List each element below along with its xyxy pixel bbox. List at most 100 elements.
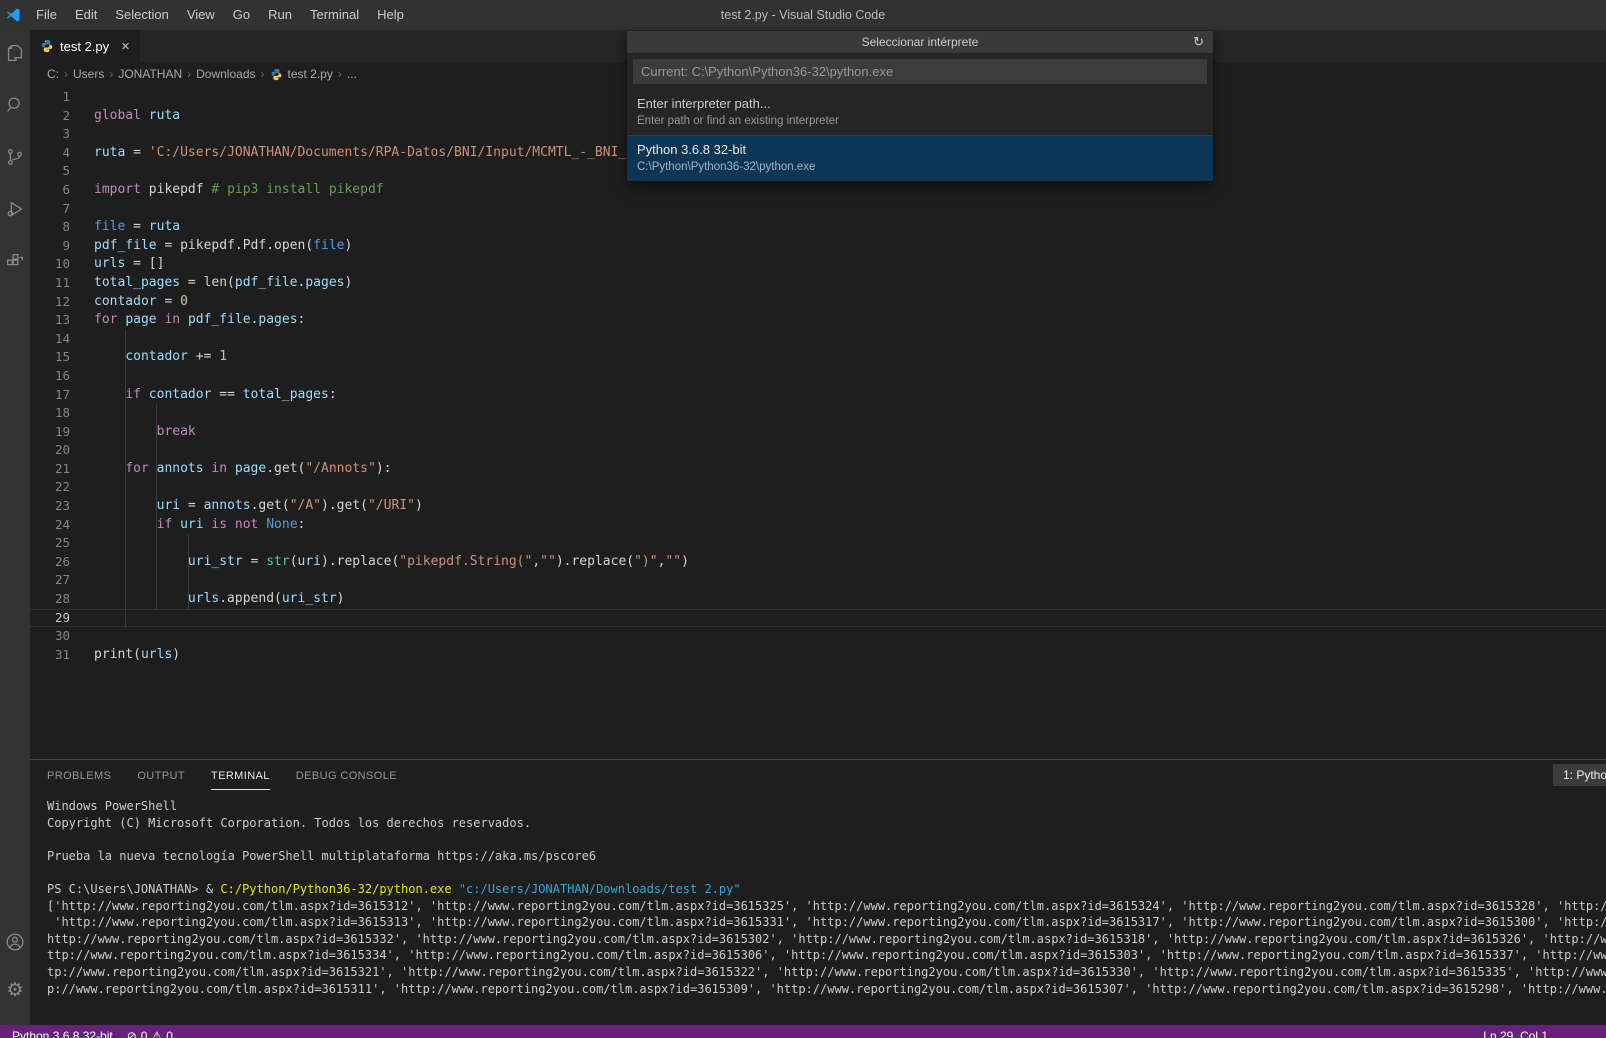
- menu-go[interactable]: Go: [224, 0, 259, 30]
- code-line[interactable]: 11total_pages = len(pdf_file.pages): [30, 274, 1606, 293]
- title-bar: test 2.py - Visual Studio Code FileEditS…: [0, 0, 1606, 30]
- quickpick-input[interactable]: Current: C:\Python\Python36-32\python.ex…: [633, 59, 1207, 84]
- line-number: 20: [30, 441, 70, 460]
- code-line[interactable]: 6import pikepdf # pip3 install pikepdf: [30, 181, 1606, 200]
- code-line[interactable]: 10urls = []: [30, 255, 1606, 274]
- terminal-line: [47, 831, 1606, 848]
- quickpick-item-detail: C:\Python\Python36-32\python.exe: [637, 160, 1203, 175]
- code-token: str: [266, 554, 289, 569]
- account-icon[interactable]: [2, 929, 28, 955]
- breadcrumb-item[interactable]: Downloads: [196, 67, 255, 81]
- code-token: import: [94, 182, 141, 197]
- terminal[interactable]: Windows PowerShellCopyright (C) Microsof…: [30, 790, 1606, 1025]
- panel-tab-terminal[interactable]: TERMINAL: [211, 770, 270, 790]
- terminal-command-line: PS C:\Users\JONATHAN> & C:/Python/Python…: [47, 881, 1606, 898]
- code-line[interactable]: 28 urls.append(uri_str): [30, 590, 1606, 609]
- line-number: 19: [30, 423, 70, 442]
- line-number: 27: [30, 571, 70, 590]
- line-number: 30: [30, 627, 70, 646]
- menu-selection[interactable]: Selection: [106, 0, 177, 30]
- code-line[interactable]: 25: [30, 534, 1606, 553]
- code-editor[interactable]: 12global ruta34ruta = 'C:/Users/JONATHAN…: [30, 86, 1606, 759]
- code-line[interactable]: 17 if contador == total_pages:: [30, 386, 1606, 405]
- panel-tabs: PROBLEMS OUTPUT TERMINAL DEBUG CONSOLE: [47, 770, 397, 790]
- refresh-icon[interactable]: ↻: [1193, 31, 1204, 53]
- code-line[interactable]: 20: [30, 441, 1606, 460]
- line-number: 14: [30, 330, 70, 349]
- code-line[interactable]: 24 if uri is not None:: [30, 516, 1606, 535]
- interpreter-quickpick: Seleccionar intérprete ↻ Current: C:\Pyt…: [627, 31, 1213, 182]
- code-token: pikepdf: [141, 182, 211, 197]
- line-number: 17: [30, 386, 70, 405]
- vscode-logo-icon[interactable]: [5, 7, 21, 23]
- code-text: [70, 441, 94, 460]
- code-token: "/URI": [368, 498, 415, 513]
- code-text: pdf_file = pikepdf.Pdf.open(file): [70, 237, 352, 256]
- menu-terminal[interactable]: Terminal: [301, 0, 368, 30]
- breadcrumb-file[interactable]: test 2.py: [288, 67, 333, 81]
- code-text: urls.append(uri_str): [70, 590, 344, 609]
- breadcrumb-item[interactable]: JONATHAN: [118, 67, 182, 81]
- code-line[interactable]: 21 for annots in page.get("/Annots"):: [30, 460, 1606, 479]
- panel-tab-problems[interactable]: PROBLEMS: [47, 770, 111, 790]
- line-number: 31: [30, 646, 70, 665]
- breadcrumb-item[interactable]: Users: [73, 67, 104, 81]
- code-line[interactable]: 15 contador += 1: [30, 348, 1606, 367]
- code-line[interactable]: 30: [30, 627, 1606, 646]
- code-line[interactable]: 27: [30, 571, 1606, 590]
- code-text: urls = []: [70, 255, 164, 274]
- search-icon[interactable]: [2, 92, 28, 118]
- code-token: if: [125, 387, 141, 402]
- code-line[interactable]: 23 uri = annots.get("/A").get("/URI"): [30, 497, 1606, 516]
- menu-view[interactable]: View: [178, 0, 224, 30]
- source-control-icon[interactable]: [2, 144, 28, 170]
- terminal-output: ['http://www.reporting2you.com/tlm.aspx?…: [47, 898, 1606, 998]
- statusbar-interpreter[interactable]: Python 3.6.8 32-bit: [12, 1029, 113, 1038]
- code-token: file: [313, 238, 344, 253]
- menu-edit[interactable]: Edit: [66, 0, 106, 30]
- tab-test2py[interactable]: test 2.py ×: [30, 30, 140, 62]
- code-line[interactable]: 8file = ruta: [30, 218, 1606, 237]
- code-token: uri: [298, 554, 321, 569]
- code-line[interactable]: 7: [30, 200, 1606, 219]
- code-token: ): [344, 238, 352, 253]
- quickpick-item[interactable]: Enter interpreter path...Enter path or f…: [627, 90, 1213, 135]
- indent-guide: [188, 534, 189, 609]
- panel-tab-output[interactable]: OUTPUT: [137, 770, 185, 790]
- code-line[interactable]: 19 break: [30, 423, 1606, 442]
- code-line[interactable]: 14: [30, 330, 1606, 349]
- code-token: ): [681, 554, 689, 569]
- breadcrumb-more[interactable]: ...: [347, 67, 357, 81]
- code-line[interactable]: 26 uri_str = str(uri).replace("pikepdf.S…: [30, 553, 1606, 572]
- extensions-icon[interactable]: [2, 248, 28, 274]
- close-icon[interactable]: ×: [121, 39, 130, 54]
- run-debug-icon[interactable]: [2, 196, 28, 222]
- menu-run[interactable]: Run: [259, 0, 301, 30]
- panel-tab-debug-console[interactable]: DEBUG CONSOLE: [296, 770, 397, 790]
- code-line[interactable]: 18: [30, 404, 1606, 423]
- code-line[interactable]: 9pdf_file = pikepdf.Pdf.open(file): [30, 237, 1606, 256]
- code-token: for: [125, 461, 148, 476]
- breadcrumb-item[interactable]: C:: [47, 67, 59, 81]
- statusbar-cursor-position[interactable]: Ln 29, Col 1: [1483, 1029, 1548, 1038]
- code-token: .get(: [251, 498, 290, 513]
- code-line[interactable]: 29: [30, 609, 1606, 628]
- quickpick-item[interactable]: Python 3.6.8 32-bitC:\Python\Python36-32…: [627, 135, 1213, 181]
- code-line[interactable]: 13for page in pdf_file.pages:: [30, 311, 1606, 330]
- code-line[interactable]: 22: [30, 478, 1606, 497]
- code-text: for annots in page.get("/Annots"):: [70, 460, 391, 479]
- menu-file[interactable]: File: [27, 0, 66, 30]
- explorer-icon[interactable]: [2, 40, 28, 66]
- code-token: (: [290, 554, 298, 569]
- code-token: urls: [188, 591, 219, 606]
- code-token: [227, 517, 235, 532]
- statusbar-problems[interactable]: ⊘0 ⚠0: [127, 1029, 173, 1038]
- code-token: [172, 517, 180, 532]
- code-line[interactable]: 16: [30, 367, 1606, 386]
- code-line[interactable]: 12contador = 0: [30, 293, 1606, 312]
- menu-help[interactable]: Help: [368, 0, 413, 30]
- code-line[interactable]: 31print(urls): [30, 646, 1606, 665]
- code-text: import pikepdf # pip3 install pikepdf: [70, 181, 384, 200]
- settings-gear-icon[interactable]: ⚙: [2, 977, 28, 1003]
- terminal-selector[interactable]: 1: Pytho: [1553, 764, 1606, 786]
